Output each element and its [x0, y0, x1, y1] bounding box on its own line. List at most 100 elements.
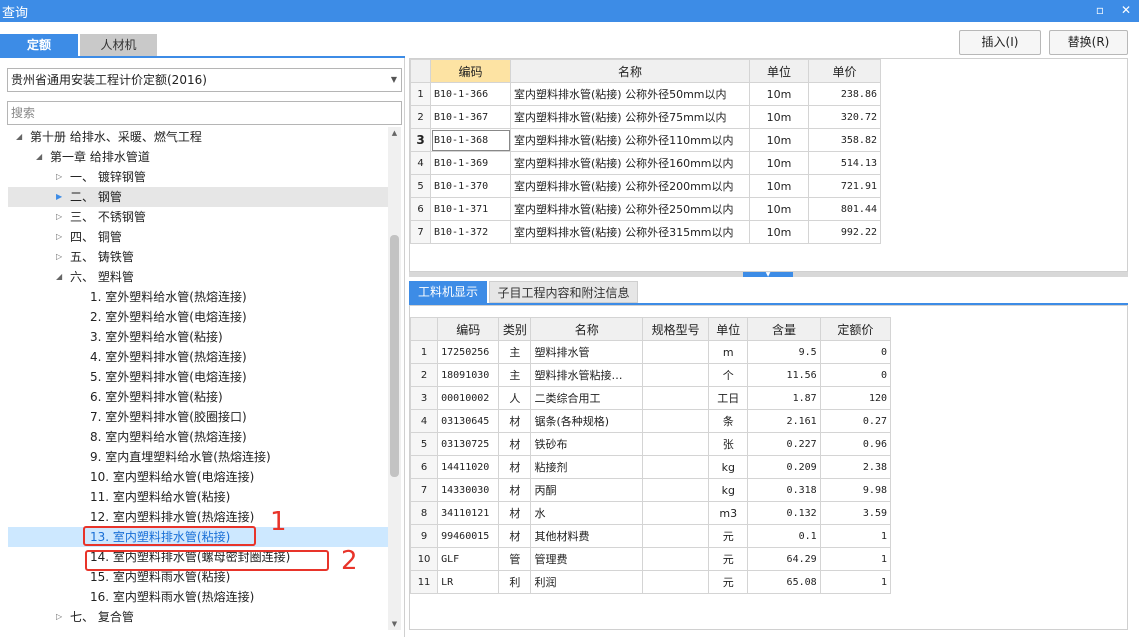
quantity-cell[interactable]: 0.227: [747, 432, 821, 456]
tree-node[interactable]: ▷ 五、 铸铁管: [8, 247, 388, 267]
quantity-cell[interactable]: 11.56: [747, 363, 821, 387]
table-row[interactable]: 3 B10-1-368 室内塑料排水管(粘接) 公称外径110mm以内 10m 358.…: [410, 128, 881, 152]
tree-node[interactable]: 9. 室内直埋塑料给水管(热熔连接): [8, 447, 388, 467]
price-cell[interactable]: 514.13: [808, 151, 881, 175]
name-cell[interactable]: 管理费: [530, 547, 643, 571]
tree-scrollbar[interactable]: ▲ ▼: [388, 127, 401, 630]
unit-cell[interactable]: 10m: [749, 151, 809, 175]
price-cell[interactable]: 0.27: [819, 409, 892, 433]
spec-cell[interactable]: [641, 455, 710, 479]
code-cell[interactable]: B10-1-366: [430, 82, 511, 106]
quantity-cell[interactable]: 9.5: [747, 340, 821, 364]
row-index[interactable]: 1: [410, 82, 431, 106]
table-row[interactable]: 4 03130645 材锯条(各种规格) 条 2.161 0.27: [409, 409, 892, 433]
close-icon[interactable]: ✕: [1118, 2, 1134, 18]
row-index[interactable]: 10: [409, 547, 439, 571]
unit-cell[interactable]: 10m: [749, 105, 809, 129]
unit-cell[interactable]: 10m: [749, 220, 809, 244]
quantity-cell[interactable]: 65.08: [747, 570, 821, 594]
spec-cell[interactable]: [641, 524, 710, 548]
price-cell[interactable]: 238.86: [808, 82, 881, 106]
tree-node[interactable]: ▷ 四、 铜管: [8, 227, 388, 247]
type-cell[interactable]: 材: [498, 524, 532, 548]
name-cell[interactable]: 室内塑料排水管(粘接) 公称外径75mm以内: [510, 105, 750, 129]
name-cell[interactable]: 室内塑料排水管(粘接) 公称外径315mm以内: [510, 220, 750, 244]
column-header-spec[interactable]: 规格型号: [641, 317, 710, 341]
tab-work-content-notes[interactable]: 子目工程内容和附注信息: [489, 281, 638, 303]
unit-cell[interactable]: kg: [708, 455, 749, 479]
quantity-cell[interactable]: 0.209: [747, 455, 821, 479]
unit-cell[interactable]: 10m: [749, 82, 809, 106]
name-cell[interactable]: 室内塑料排水管(粘接) 公称外径50mm以内: [510, 82, 750, 106]
column-header-name[interactable]: 名称: [530, 317, 643, 341]
row-index[interactable]: 3: [409, 386, 439, 410]
column-header-quota-price[interactable]: 定额价: [819, 317, 892, 341]
table-row[interactable]: 10 GLF 管管理费 元 64.29 1: [409, 547, 892, 571]
price-cell[interactable]: 2.38: [819, 455, 892, 479]
type-cell[interactable]: 材: [498, 409, 532, 433]
spec-cell[interactable]: [641, 363, 710, 387]
price-cell[interactable]: 801.44: [808, 197, 881, 221]
scroll-down-icon[interactable]: ▼: [388, 618, 401, 630]
column-header-quantity[interactable]: 含量: [747, 317, 821, 341]
unit-cell[interactable]: 张: [708, 432, 749, 456]
row-index[interactable]: 6: [409, 455, 439, 479]
unit-cell[interactable]: 元: [708, 524, 749, 548]
code-cell[interactable]: 99460015: [437, 524, 500, 548]
quantity-cell[interactable]: 64.29: [747, 547, 821, 571]
name-cell[interactable]: 塑料排水管粘接…: [530, 363, 643, 387]
table-row[interactable]: 8 34110121 材水 m3 0.132 3.59: [409, 501, 892, 525]
table-row[interactable]: 2 18091030 主塑料排水管粘接… 个 11.56 0: [409, 363, 892, 387]
tree-node[interactable]: 2. 室外塑料给水管(电熔连接): [8, 307, 388, 327]
quantity-cell[interactable]: 0.318: [747, 478, 821, 502]
price-cell[interactable]: 1: [819, 524, 892, 548]
name-cell[interactable]: 铁砂布: [530, 432, 643, 456]
column-header-name[interactable]: 名称: [510, 59, 750, 83]
price-cell[interactable]: 358.82: [808, 128, 881, 152]
spec-cell[interactable]: [641, 432, 710, 456]
name-cell[interactable]: 室内塑料排水管(粘接) 公称外径160mm以内: [510, 151, 750, 175]
unit-cell[interactable]: 10m: [749, 197, 809, 221]
tree-node[interactable]: 16. 室内塑料雨水管(热熔连接): [8, 587, 388, 607]
row-index[interactable]: 1: [409, 340, 439, 364]
table-row[interactable]: 5 B10-1-370 室内塑料排水管(粘接) 公称外径200mm以内 10m 721.…: [410, 174, 881, 198]
name-cell[interactable]: 利润: [530, 570, 643, 594]
column-header-type[interactable]: 类别: [498, 317, 532, 341]
tree-node[interactable]: ▷ 三、 不锈钢管: [8, 207, 388, 227]
unit-cell[interactable]: 10m: [749, 174, 809, 198]
row-index[interactable]: 4: [410, 151, 431, 175]
code-cell[interactable]: LR: [437, 570, 500, 594]
row-index[interactable]: 7: [410, 220, 431, 244]
spec-cell[interactable]: [641, 570, 710, 594]
table-row[interactable]: 9 99460015 材其他材料费 元 0.1 1: [409, 524, 892, 548]
row-index[interactable]: 5: [410, 174, 431, 198]
collapse-arrow-icon[interactable]: ◢: [56, 267, 62, 287]
maximize-icon[interactable]: ▫: [1092, 2, 1108, 18]
unit-cell[interactable]: 元: [708, 570, 749, 594]
row-index[interactable]: 4: [409, 409, 439, 433]
table-row[interactable]: 5 03130725 材铁砂布 张 0.227 0.96: [409, 432, 892, 456]
code-cell[interactable]: B10-1-370: [430, 174, 511, 198]
name-cell[interactable]: 粘接剂: [530, 455, 643, 479]
unit-cell[interactable]: 条: [708, 409, 749, 433]
column-header-price[interactable]: 单价: [808, 59, 881, 83]
tree-node[interactable]: ▶ 二、 钢管: [8, 187, 388, 207]
tree-node[interactable]: ▷ 七、 复合管: [8, 607, 388, 627]
name-cell[interactable]: 其他材料费: [530, 524, 643, 548]
code-cell[interactable]: 14330030: [437, 478, 500, 502]
scroll-up-icon[interactable]: ▲: [388, 127, 401, 139]
scrollbar-thumb[interactable]: [390, 235, 399, 477]
type-cell[interactable]: 主: [498, 340, 532, 364]
collapse-arrow-icon[interactable]: ▼: [743, 272, 793, 278]
table-row[interactable]: 11 LR 利利润 元 65.08 1: [409, 570, 892, 594]
tree-node[interactable]: 11. 室内塑料给水管(粘接): [8, 487, 388, 507]
tree-node[interactable]: 4. 室外塑料排水管(热熔连接): [8, 347, 388, 367]
type-cell[interactable]: 材: [498, 478, 532, 502]
row-index[interactable]: 2: [409, 363, 439, 387]
collapse-arrow-icon[interactable]: ◢: [36, 147, 42, 167]
spec-cell[interactable]: [641, 386, 710, 410]
tree-node[interactable]: 6. 室外塑料排水管(粘接): [8, 387, 388, 407]
spec-cell[interactable]: [641, 478, 710, 502]
tree-node[interactable]: ◢ 六、 塑料管: [8, 267, 388, 287]
code-cell[interactable]: B10-1-369: [430, 151, 511, 175]
